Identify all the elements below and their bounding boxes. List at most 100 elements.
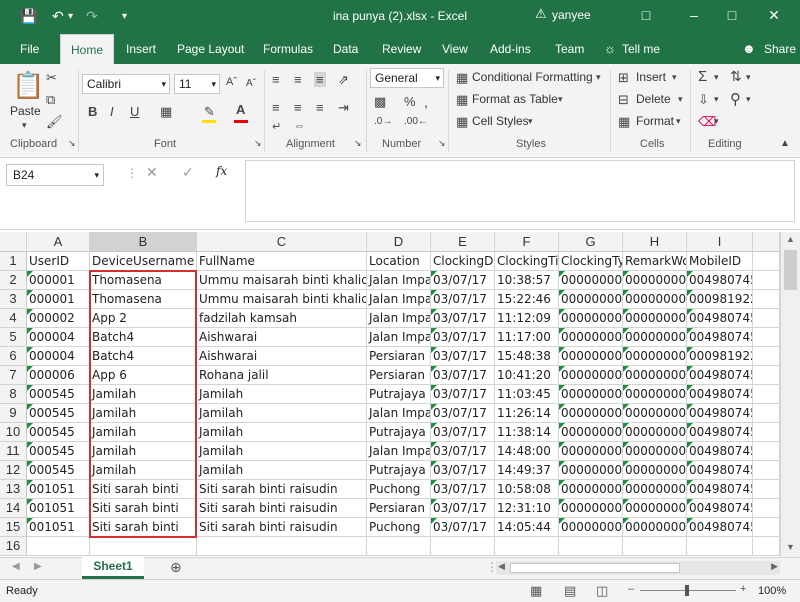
row-header[interactable]: 5 bbox=[0, 328, 27, 347]
cell[interactable] bbox=[753, 518, 780, 537]
cell[interactable]: 000545 bbox=[27, 385, 90, 404]
cell[interactable] bbox=[753, 309, 780, 328]
cell[interactable] bbox=[753, 461, 780, 480]
cell[interactable]: 00000000000 bbox=[559, 309, 623, 328]
cell[interactable]: 14:48:00 bbox=[495, 442, 559, 461]
cell[interactable]: 03/07/17 bbox=[431, 366, 495, 385]
grow-font-icon[interactable]: Aˆ bbox=[226, 76, 237, 88]
cell[interactable] bbox=[753, 537, 780, 556]
orientation-icon[interactable]: ⇗ bbox=[338, 72, 349, 88]
tab-insert[interactable]: Insert bbox=[116, 34, 166, 64]
prev-sheet-icon[interactable]: ◀ bbox=[12, 561, 20, 572]
cell[interactable] bbox=[753, 328, 780, 347]
insert-function-icon[interactable]: fx bbox=[216, 164, 227, 178]
cell[interactable]: 03/07/17 bbox=[431, 461, 495, 480]
borders-icon[interactable]: ▦ bbox=[160, 104, 172, 120]
cell[interactable]: 15:22:46 bbox=[495, 290, 559, 309]
percent-icon[interactable]: % bbox=[404, 94, 416, 109]
cell[interactable]: 0049807451 bbox=[687, 309, 753, 328]
row-header[interactable]: 12 bbox=[0, 461, 27, 480]
cell[interactable]: RemarkWorkCode bbox=[623, 252, 687, 271]
share-button[interactable]: Share bbox=[754, 34, 800, 64]
cell[interactable]: 001051 bbox=[27, 480, 90, 499]
cell[interactable]: 000001 bbox=[27, 271, 90, 290]
cell[interactable]: 03/07/17 bbox=[431, 385, 495, 404]
fill-color-icon[interactable]: ✎ bbox=[204, 104, 215, 120]
cell[interactable]: 00000000000 bbox=[623, 328, 687, 347]
cell[interactable]: 11:03:45 bbox=[495, 385, 559, 404]
cell[interactable]: 11:38:14 bbox=[495, 423, 559, 442]
cell[interactable] bbox=[753, 271, 780, 290]
cell[interactable]: 00000000000 bbox=[559, 480, 623, 499]
zoom-level[interactable]: 100% bbox=[758, 585, 786, 597]
merge-center-icon[interactable]: ⇔ bbox=[294, 120, 305, 132]
font-name-select[interactable]: Calibri ▾ bbox=[82, 74, 170, 94]
cell[interactable]: 00000000000 bbox=[623, 385, 687, 404]
cell[interactable]: 0049807451 bbox=[687, 328, 753, 347]
sheet-tab-sheet1[interactable]: Sheet1 bbox=[82, 557, 144, 579]
tab-page-layout[interactable]: Page Layout bbox=[167, 34, 254, 64]
cell[interactable]: 15:48:38 bbox=[495, 347, 559, 366]
row-header[interactable]: 10 bbox=[0, 423, 27, 442]
formula-input[interactable] bbox=[245, 160, 795, 222]
cell[interactable]: 0049807451 bbox=[687, 480, 753, 499]
cancel-entry-icon[interactable]: ✕ bbox=[146, 164, 158, 181]
tab-file[interactable]: File bbox=[10, 34, 49, 64]
cell[interactable]: 14:49:37 bbox=[495, 461, 559, 480]
tab-team[interactable]: Team bbox=[545, 34, 594, 64]
scroll-thumb[interactable] bbox=[784, 250, 797, 290]
tell-me-search[interactable]: Tell me bbox=[612, 34, 670, 64]
cell[interactable]: 14:05:44 bbox=[495, 518, 559, 537]
cell[interactable]: Putrajaya I bbox=[367, 461, 431, 480]
cell[interactable]: 00000000000 bbox=[623, 404, 687, 423]
scroll-right-icon[interactable]: ▶ bbox=[771, 561, 778, 572]
cell[interactable]: 03/07/17 bbox=[431, 328, 495, 347]
ribbon-display-icon[interactable]: □ bbox=[636, 7, 656, 23]
paste-button[interactable]: Paste bbox=[10, 104, 41, 118]
cell[interactable]: 000545 bbox=[27, 404, 90, 423]
cell[interactable]: Jalan Impa bbox=[367, 309, 431, 328]
clipboard-launcher-icon[interactable]: ↘ bbox=[68, 138, 76, 149]
cell[interactable] bbox=[753, 404, 780, 423]
hscroll-thumb[interactable] bbox=[510, 563, 680, 573]
number-launcher-icon[interactable]: ↘ bbox=[438, 138, 446, 149]
cell[interactable] bbox=[753, 366, 780, 385]
cell[interactable] bbox=[27, 537, 90, 556]
cell[interactable]: 0049807451 bbox=[687, 461, 753, 480]
add-sheet-icon[interactable]: ⊕ bbox=[170, 559, 182, 576]
cell[interactable]: 11:26:14 bbox=[495, 404, 559, 423]
sort-filter-icon[interactable]: ⇅ bbox=[730, 68, 742, 85]
cell[interactable]: 00000000000 bbox=[559, 499, 623, 518]
cell[interactable]: 00000000000 bbox=[559, 518, 623, 537]
next-sheet-icon[interactable]: ▶ bbox=[34, 561, 42, 572]
tab-add-ins[interactable]: Add-ins bbox=[480, 34, 541, 64]
select-all-corner[interactable] bbox=[0, 232, 27, 252]
page-layout-view-icon[interactable]: ▤ bbox=[564, 583, 576, 599]
column-header-d[interactable]: D bbox=[367, 232, 431, 252]
alignment-launcher-icon[interactable]: ↘ bbox=[354, 138, 362, 149]
paste-icon[interactable]: 📋 bbox=[12, 70, 44, 101]
row-header[interactable]: 13 bbox=[0, 480, 27, 499]
bold-icon[interactable]: B bbox=[88, 104, 97, 119]
minimize-icon[interactable]: – bbox=[684, 7, 704, 23]
row-header[interactable]: 1 bbox=[0, 252, 27, 271]
cell[interactable]: 0049807451 bbox=[687, 271, 753, 290]
cell[interactable]: 0049807451 bbox=[687, 442, 753, 461]
cell[interactable]: 00000000000 bbox=[623, 499, 687, 518]
cell[interactable]: 12:31:10 bbox=[495, 499, 559, 518]
shrink-font-icon[interactable]: Aˇ bbox=[246, 78, 256, 89]
font-launcher-icon[interactable]: ↘ bbox=[254, 138, 262, 149]
cell[interactable]: 00000000000 bbox=[559, 347, 623, 366]
cell[interactable]: 0049807451 bbox=[687, 518, 753, 537]
cell[interactable]: Ummu maisarah binti khalid bbox=[197, 271, 367, 290]
cell[interactable]: 03/07/17 bbox=[431, 404, 495, 423]
cell[interactable]: Jalan Impa bbox=[367, 290, 431, 309]
cell[interactable]: 00000000000 bbox=[559, 461, 623, 480]
cell[interactable]: 0009819222 bbox=[687, 290, 753, 309]
cell[interactable]: 00000000000 bbox=[559, 328, 623, 347]
cell[interactable]: Persiaran I bbox=[367, 347, 431, 366]
cell[interactable]: 00000000000 bbox=[559, 366, 623, 385]
cell[interactable] bbox=[90, 537, 197, 556]
cell[interactable]: 00000000000 bbox=[559, 423, 623, 442]
cell[interactable]: 001051 bbox=[27, 499, 90, 518]
